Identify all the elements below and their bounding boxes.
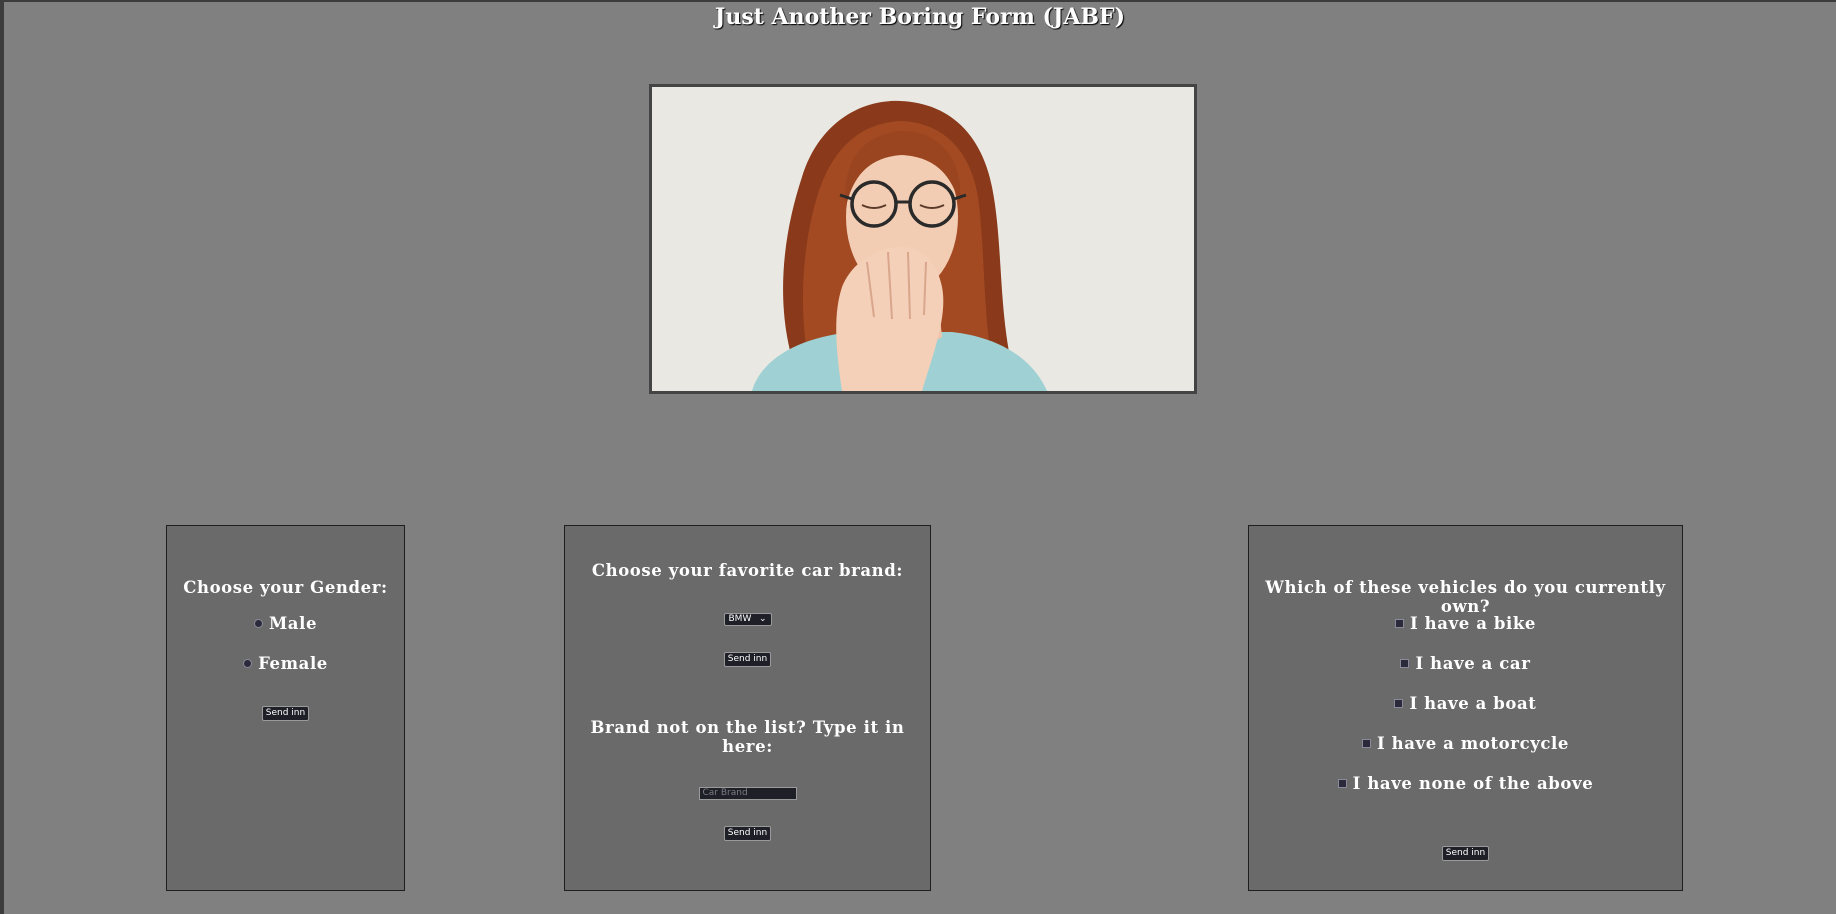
checkbox[interactable] — [1400, 659, 1410, 668]
vehicles-panel: Which of these vehicles do you currently… — [1248, 525, 1683, 891]
vehicle-option-boat[interactable]: I have a boat — [1249, 694, 1682, 713]
vehicles-submit-button[interactable]: Send inn — [1441, 846, 1490, 861]
vehicle-option-none[interactable]: I have none of the above — [1249, 774, 1682, 793]
vehicle-option-car[interactable]: I have a car — [1249, 654, 1682, 673]
car-brand-panel: Choose your favorite car brand: BMW ⌄ Se… — [564, 525, 931, 891]
gender-submit-button[interactable]: Send inn — [261, 706, 310, 721]
checkbox[interactable] — [1361, 739, 1371, 748]
yawning-woman-photo — [652, 87, 1194, 391]
car-brand-other-submit-button[interactable]: Send inn — [723, 826, 772, 841]
vehicle-option-motorcycle[interactable]: I have a motorcycle — [1249, 734, 1682, 753]
vehicle-option-label: I have a bike — [1410, 614, 1536, 633]
vehicle-option-bike[interactable]: I have a bike — [1249, 614, 1682, 633]
car-brand-heading: Choose your favorite car brand: — [591, 561, 904, 580]
checkbox[interactable] — [1394, 699, 1404, 708]
car-brand-input[interactable]: Car Brand — [698, 787, 797, 800]
gender-option-label: Female — [258, 654, 328, 673]
checkbox[interactable] — [1337, 779, 1347, 788]
vehicles-heading: Which of these vehicles do you currently… — [1265, 578, 1666, 616]
chevron-down-icon: ⌄ — [758, 614, 767, 624]
car-brand-other-heading: Brand not on the list? Type it in here: — [590, 718, 905, 756]
gender-option-male[interactable]: Male — [167, 614, 404, 633]
car-brand-select[interactable]: BMW ⌄ — [723, 612, 772, 626]
vehicle-option-label: I have a car — [1415, 654, 1531, 673]
gender-heading: Choose your Gender: — [183, 578, 388, 597]
gender-panel: Choose your Gender: Male Female Send inn — [166, 525, 405, 891]
vehicle-option-label: I have a boat — [1409, 694, 1537, 713]
car-brand-selected-value: BMW — [728, 614, 752, 624]
page-title: Just Another Boring Form (JABF) — [714, 4, 1126, 30]
checkbox[interactable] — [1395, 619, 1405, 628]
gender-option-label: Male — [268, 614, 318, 633]
vehicle-option-label: I have a motorcycle — [1376, 734, 1570, 753]
vehicle-option-label: I have none of the above — [1352, 774, 1594, 793]
radio-button[interactable] — [243, 659, 253, 668]
hero-image — [649, 84, 1197, 394]
gender-option-female[interactable]: Female — [167, 654, 404, 673]
radio-button[interactable] — [253, 619, 263, 628]
car-brand-submit-button[interactable]: Send inn — [723, 652, 772, 667]
page: Just Another Boring Form (JABF) Choose y… — [0, 0, 1836, 914]
